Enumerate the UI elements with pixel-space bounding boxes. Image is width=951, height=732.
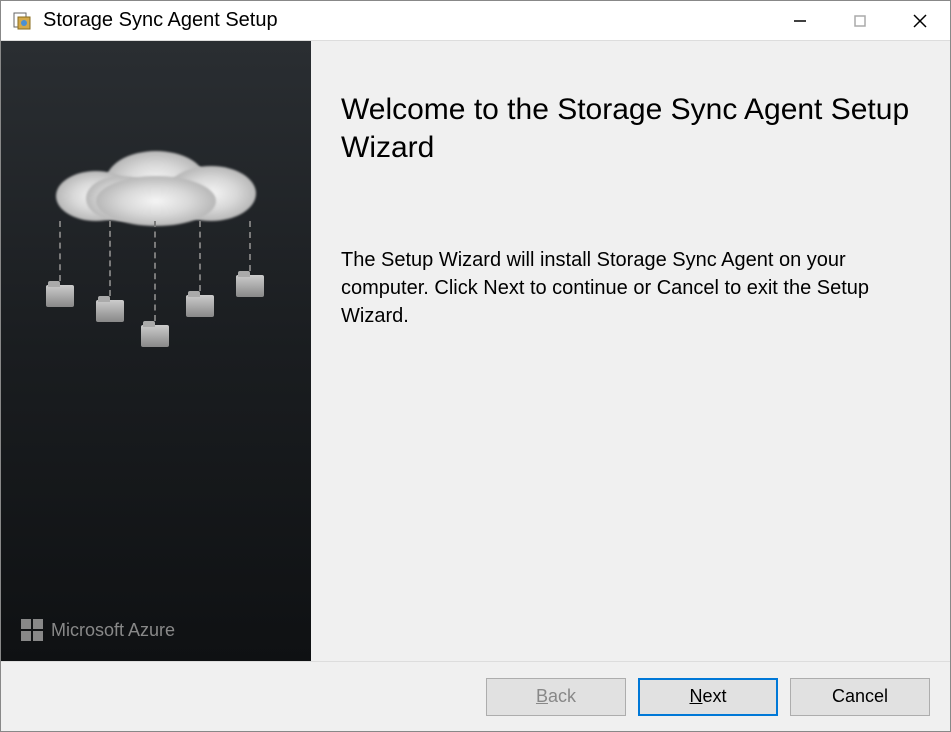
folder-icon — [186, 295, 214, 317]
azure-brand-label: Microsoft Azure — [51, 620, 175, 641]
folder-icon — [96, 300, 124, 322]
windows-logo-icon — [21, 619, 43, 641]
maximize-icon — [853, 14, 867, 28]
close-button[interactable] — [890, 1, 950, 40]
window-controls — [770, 1, 950, 40]
minimize-icon — [793, 14, 807, 28]
welcome-heading: Welcome to the Storage Sync Agent Setup … — [341, 91, 910, 166]
window-title: Storage Sync Agent Setup — [43, 9, 770, 32]
content-area: Microsoft Azure Welcome to the Storage S… — [1, 41, 950, 661]
back-button: Back — [486, 678, 626, 716]
cloud-graphic — [26, 141, 286, 221]
welcome-body-text: The Setup Wizard will install Storage Sy… — [341, 246, 910, 330]
titlebar: Storage Sync Agent Setup — [1, 1, 950, 41]
folder-icon — [236, 275, 264, 297]
next-button[interactable]: Next — [638, 678, 778, 716]
folder-icon — [46, 285, 74, 307]
main-content: Welcome to the Storage Sync Agent Setup … — [311, 41, 950, 661]
installer-window: Storage Sync Agent Setup — [0, 0, 951, 732]
sidebar-banner: Microsoft Azure — [1, 41, 311, 661]
cancel-button[interactable]: Cancel — [790, 678, 930, 716]
minimize-button[interactable] — [770, 1, 830, 40]
button-bar: Back Next Cancel — [1, 661, 950, 731]
folder-icon — [141, 325, 169, 347]
installer-icon — [11, 10, 33, 32]
azure-brand: Microsoft Azure — [21, 619, 175, 641]
close-icon — [912, 13, 928, 29]
files-graphic — [26, 221, 286, 401]
maximize-button[interactable] — [830, 1, 890, 40]
